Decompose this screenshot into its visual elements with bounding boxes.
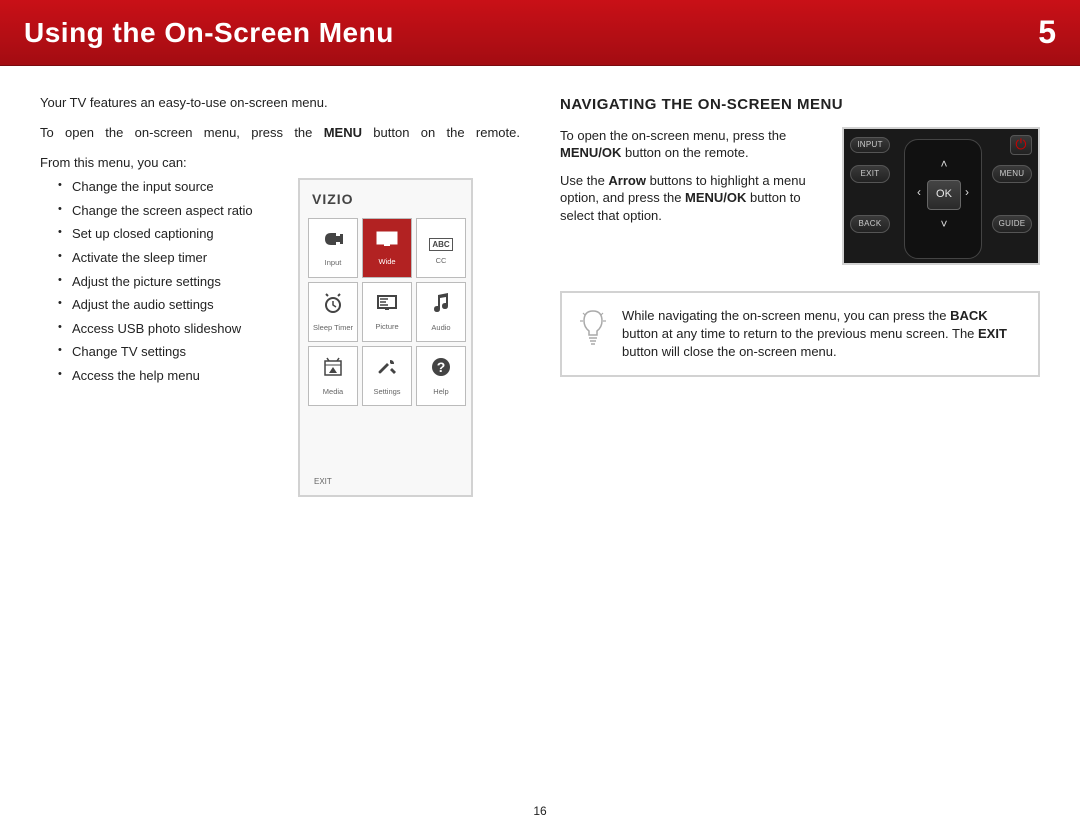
- menu-illustration: VIZIO Input Wide A: [298, 178, 473, 497]
- help-icon: ?: [430, 356, 452, 382]
- remote-menu-button: MENU: [992, 165, 1032, 183]
- menu-cell-sleep: Sleep Timer: [308, 282, 358, 342]
- menu-cell-help: ? Help: [416, 346, 466, 406]
- arrow-down-icon: ˅: [934, 216, 954, 233]
- arrow-up-icon: ˄: [934, 156, 954, 173]
- page-number: 16: [0, 803, 1080, 820]
- remote-back-button: BACK: [850, 215, 890, 233]
- feature-list: Change the input source Change the scree…: [40, 178, 280, 390]
- vizio-logo: VIZIO: [308, 190, 463, 218]
- remote-dpad: OK ˄ ˅ ‹ ›: [904, 139, 982, 259]
- section-heading: NAVIGATING THE ON-SCREEN MENU: [560, 94, 1040, 115]
- remote-ok-button: OK: [927, 180, 961, 210]
- content-area: Your TV features an easy-to-use on-scree…: [0, 66, 1080, 497]
- lightbulb-icon: [578, 307, 608, 351]
- list-item: Change the input source: [58, 178, 280, 196]
- remote-guide-button: GUIDE: [992, 215, 1032, 233]
- nav-instructions: To open the on-screen menu, press the ME…: [560, 127, 828, 235]
- tip-text: While navigating the on-screen menu, you…: [622, 307, 1022, 362]
- arrow-left-icon: ‹: [909, 184, 929, 201]
- nav-para-1: To open the on-screen menu, press the ME…: [560, 127, 828, 162]
- list-item: Access USB photo slideshow: [58, 320, 280, 338]
- chapter-header: Using the On-Screen Menu 5: [0, 0, 1080, 66]
- media-icon: [322, 356, 344, 382]
- list-item: Set up closed captioning: [58, 225, 280, 243]
- menu-cell-picture: Picture: [362, 282, 412, 342]
- left-column: Your TV features an easy-to-use on-scree…: [40, 94, 520, 497]
- menu-cell-media: Media: [308, 346, 358, 406]
- chapter-number: 5: [1038, 10, 1056, 55]
- list-item: Adjust the picture settings: [58, 273, 280, 291]
- menu-cell-wide: Wide: [362, 218, 412, 278]
- wide-icon: [375, 230, 399, 252]
- tip-box: While navigating the on-screen menu, you…: [560, 291, 1040, 378]
- page-title: Using the On-Screen Menu: [24, 13, 394, 52]
- list-item: Access the help menu: [58, 367, 280, 385]
- wrench-icon: [376, 356, 398, 382]
- menu-exit-label: EXIT: [308, 406, 463, 487]
- remote-power-button: ⏻: [1010, 135, 1032, 155]
- music-icon: [431, 292, 451, 318]
- right-column: NAVIGATING THE ON-SCREEN MENU To open th…: [560, 94, 1040, 497]
- intro-text-1: Your TV features an easy-to-use on-scree…: [40, 94, 520, 112]
- intro-text-2: To open the on-screen menu, press the ME…: [40, 124, 520, 142]
- remote-input-button: INPUT: [850, 137, 890, 153]
- menu-cell-audio: Audio: [416, 282, 466, 342]
- list-item: Change the screen aspect ratio: [58, 202, 280, 220]
- list-item: Activate the sleep timer: [58, 249, 280, 267]
- list-item: Adjust the audio settings: [58, 296, 280, 314]
- svg-text:?: ?: [437, 359, 446, 375]
- menu-cell-settings: Settings: [362, 346, 412, 406]
- from-line: From this menu, you can:: [40, 154, 520, 172]
- nav-para-2: Use the Arrow buttons to highlight a men…: [560, 172, 828, 225]
- arrow-right-icon: ›: [957, 184, 977, 201]
- picture-icon: [375, 293, 399, 317]
- menu-cell-input: Input: [308, 218, 358, 278]
- remote-exit-button: EXIT: [850, 165, 890, 183]
- menu-cell-cc: ABC CC: [416, 218, 466, 278]
- power-icon: ⏻: [1015, 135, 1026, 155]
- plug-icon: [322, 229, 344, 253]
- remote-illustration: INPUT EXIT BACK MENU GUIDE ⏻ OK ˄ ˅ ‹ ›: [842, 127, 1040, 265]
- clock-icon: [322, 292, 344, 318]
- list-item: Change TV settings: [58, 343, 280, 361]
- cc-icon: ABC: [429, 231, 452, 251]
